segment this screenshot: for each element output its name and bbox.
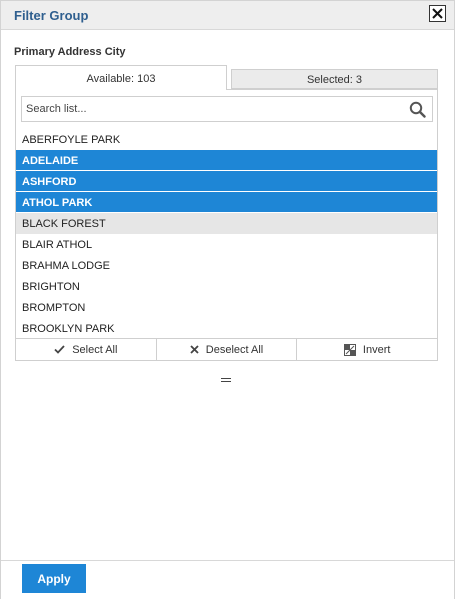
search-icon[interactable]: [409, 101, 426, 118]
list-item-label: BRAHMA LODGE: [22, 260, 111, 272]
field-label: Primary Address City: [14, 46, 126, 58]
list-item[interactable]: BRIGHTON: [16, 276, 437, 297]
invert-button[interactable]: Invert: [297, 339, 437, 360]
list-item-label: ATHOL PARK: [22, 197, 93, 209]
list-item-label: BROMPTON: [22, 302, 86, 314]
deselect-all-label: Deselect All: [205, 343, 264, 356]
list-item-label: ASHFORD: [22, 176, 77, 188]
list-item-label: BLACK FOREST: [22, 218, 106, 230]
resize-handle[interactable]: [221, 378, 231, 382]
list-item[interactable]: ATHOL PARK: [16, 192, 437, 213]
title-bar: Filter Group: [1, 1, 454, 30]
close-icon: [432, 8, 443, 19]
list-item[interactable]: BROMPTON: [16, 297, 437, 318]
listbox: ABERFOYLE PARK ADELAIDE ASHFORD ATHOL PA…: [15, 89, 438, 361]
deselect-all-button[interactable]: Deselect All: [157, 339, 298, 360]
list-item[interactable]: BROOKLYN PARK: [16, 318, 437, 339]
search-input[interactable]: [26, 101, 396, 117]
list-actions: Select All Deselect All Invert: [15, 338, 438, 361]
list-item[interactable]: BLAIR ATHOL: [16, 234, 437, 255]
tab-available[interactable]: Available: 103: [15, 65, 227, 90]
check-icon: [54, 345, 65, 354]
list-item-label: ABERFOYLE PARK: [22, 134, 121, 146]
select-all-label: Select All: [72, 343, 118, 356]
apply-button[interactable]: Apply: [22, 564, 86, 593]
list-item-label: BRIGHTON: [22, 281, 80, 293]
dialog-title: Filter Group: [14, 8, 89, 23]
list-item[interactable]: ASHFORD: [16, 171, 437, 192]
close-button[interactable]: [429, 5, 446, 22]
list-item-label: BLAIR ATHOL: [22, 239, 93, 251]
invert-label: Invert: [362, 343, 391, 356]
invert-icon: [343, 343, 356, 356]
list-panel: Available: 103 Selected: 3 ABERFOYLE PAR…: [15, 65, 438, 361]
list-item[interactable]: ABERFOYLE PARK: [16, 129, 437, 150]
tab-selected[interactable]: Selected: 3: [231, 69, 438, 89]
list-item[interactable]: ADELAIDE: [16, 150, 437, 171]
list-item-label: ADELAIDE: [22, 155, 79, 167]
list-item[interactable]: BRAHMA LODGE: [16, 255, 437, 276]
select-all-button[interactable]: Select All: [16, 339, 157, 360]
list-item-label: BROOKLYN PARK: [22, 323, 115, 335]
search-box: [21, 96, 433, 122]
filter-group-dialog: Filter Group Primary Address City Availa…: [0, 0, 455, 599]
city-list: ABERFOYLE PARK ADELAIDE ASHFORD ATHOL PA…: [16, 129, 437, 339]
list-item[interactable]: BLACK FOREST: [16, 213, 437, 234]
x-icon: [190, 345, 199, 354]
dialog-footer: Apply: [1, 560, 454, 599]
